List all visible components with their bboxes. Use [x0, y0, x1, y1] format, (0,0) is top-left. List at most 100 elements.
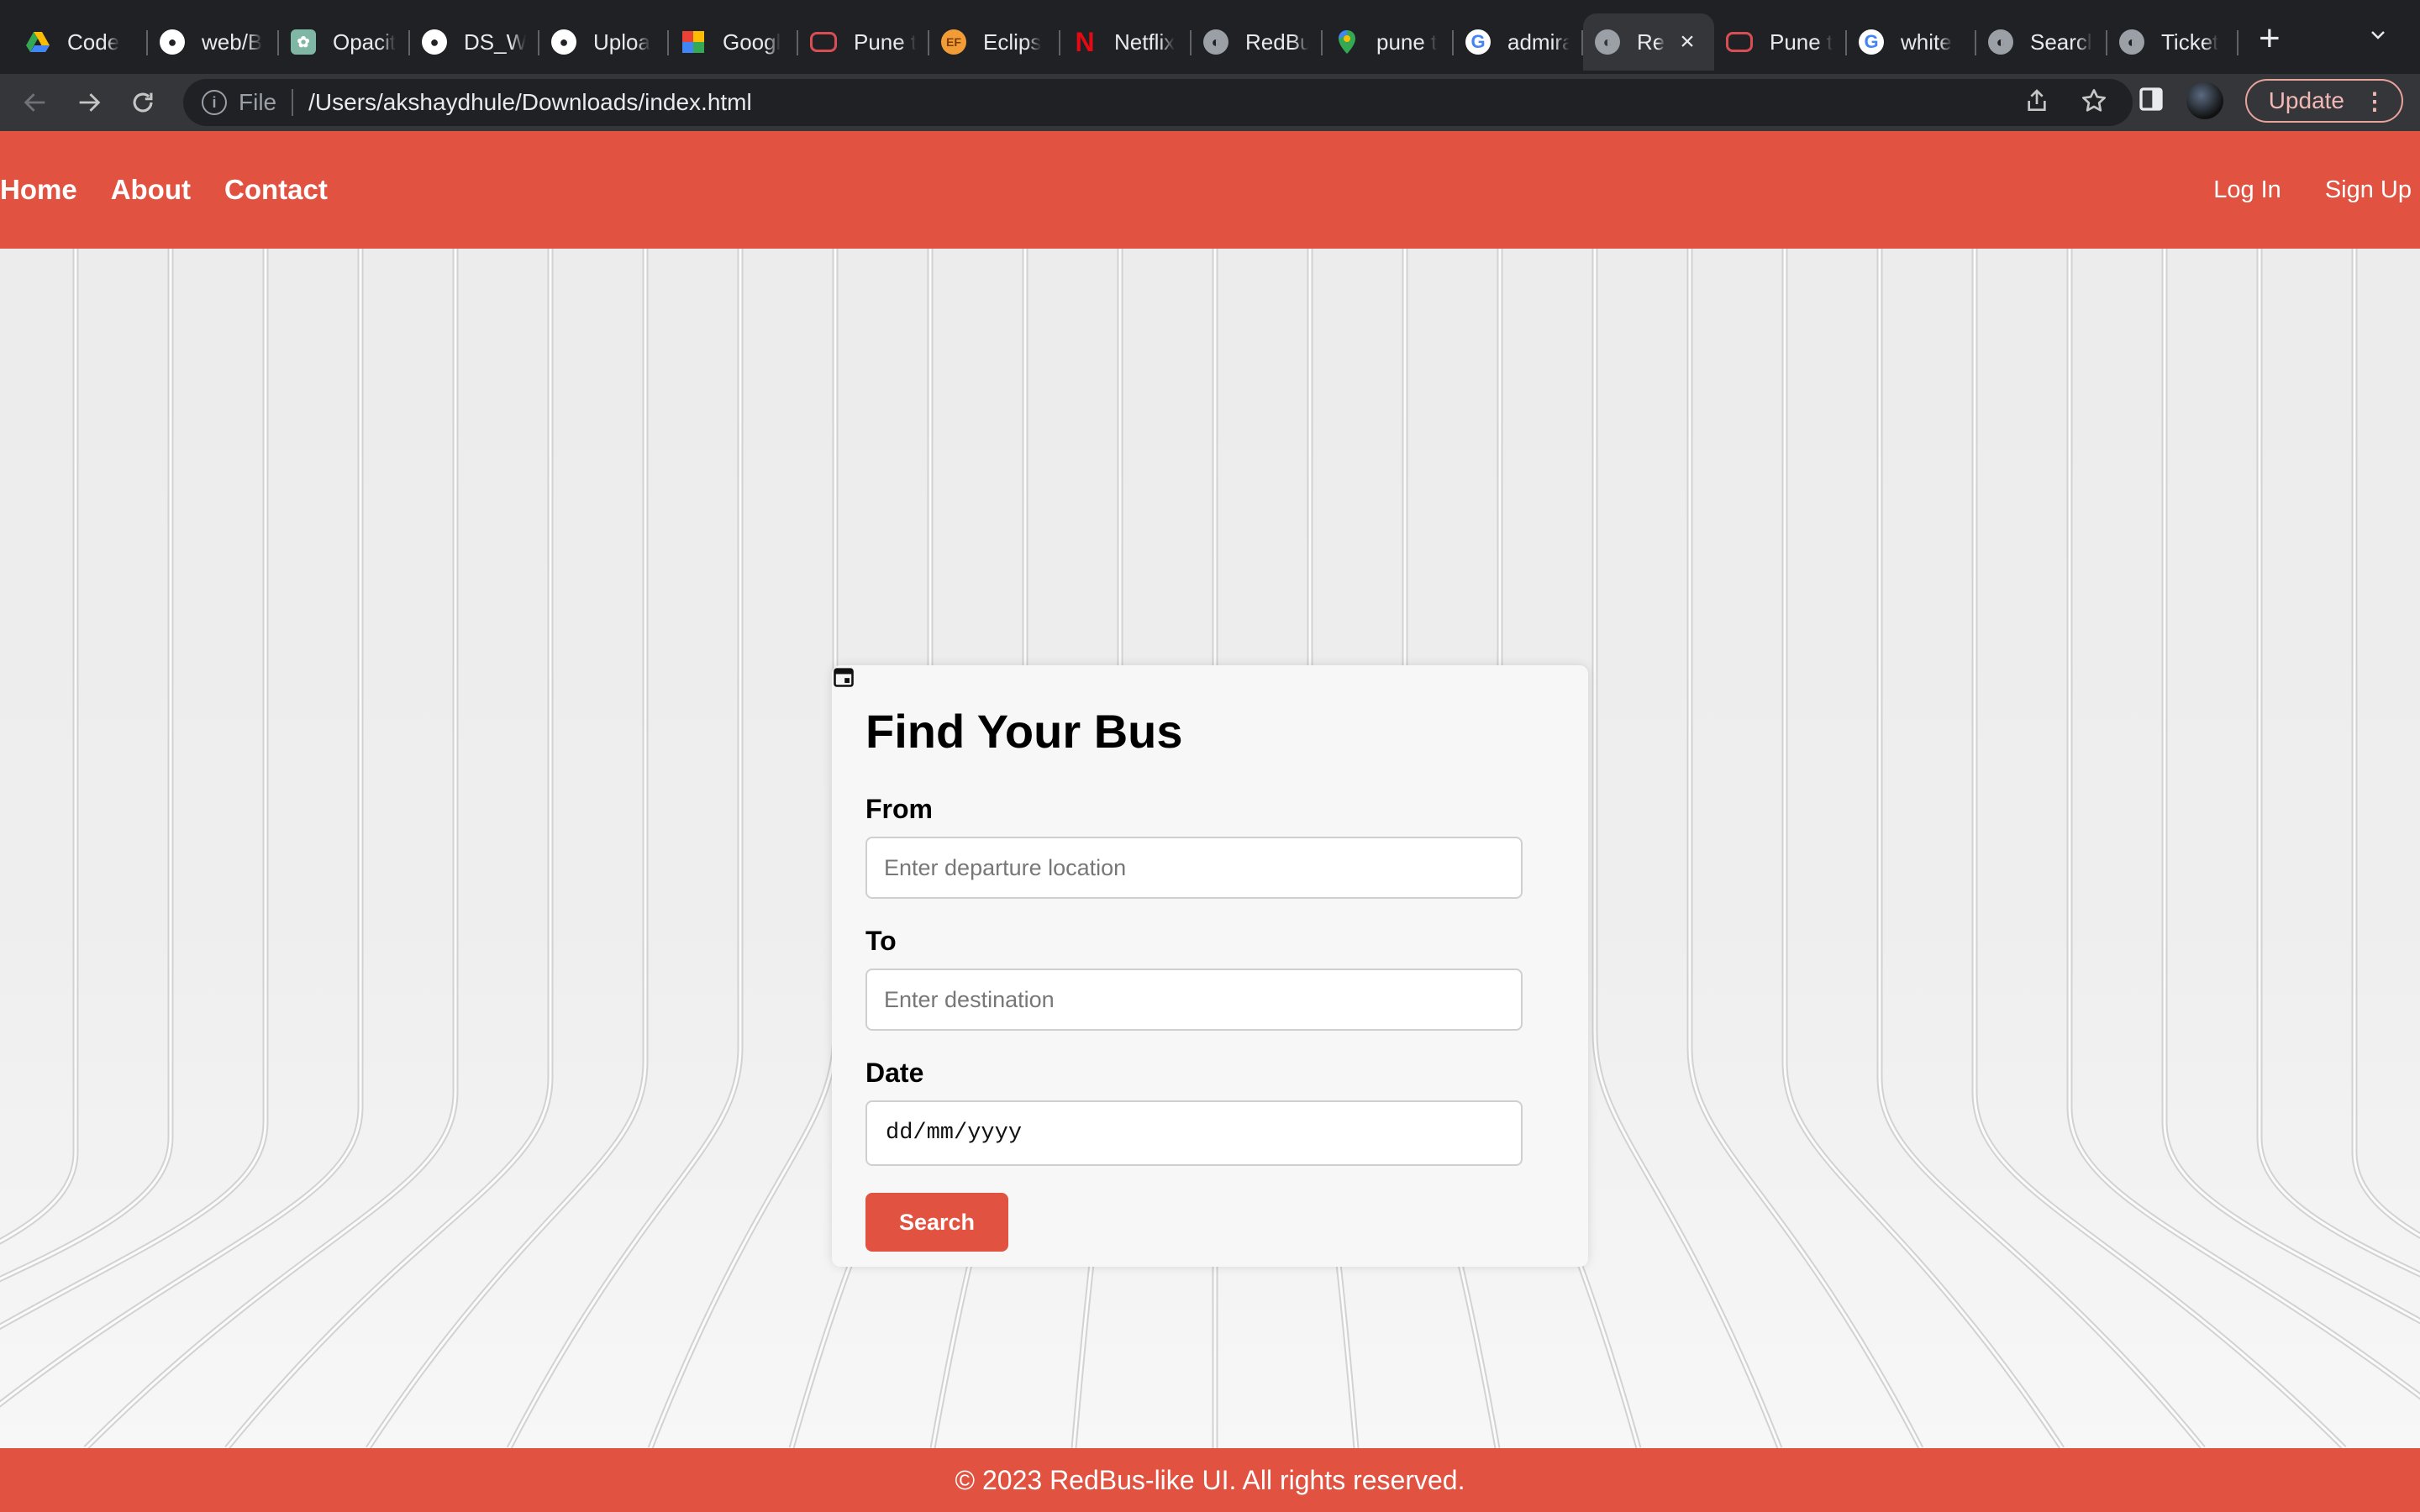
google-icon: G: [1859, 29, 1884, 55]
footer-copyright: © 2023 RedBus-like UI. All rights reserv…: [955, 1464, 1465, 1495]
nav-link-contact[interactable]: Contact: [224, 174, 328, 206]
background-groove: [2161, 249, 2420, 1325]
login-link[interactable]: Log In: [2213, 176, 2281, 204]
background-groove-highlight: [0, 249, 362, 1406]
openai-icon: ✿: [291, 29, 316, 55]
reload-icon[interactable]: [124, 84, 161, 121]
profile-avatar[interactable]: [2186, 82, 2223, 119]
toolbar-right: Update ⋮: [2138, 79, 2403, 123]
background-groove-highlight: [1783, 249, 2064, 1448]
to-input[interactable]: [865, 969, 1523, 1031]
browser-tab[interactable]: ◐ Ticket: [2107, 13, 2238, 71]
google-maps-icon: [1334, 29, 1360, 55]
browser-tab[interactable]: ◐ Searcl: [1976, 13, 2107, 71]
background-groove-highlight: [1688, 249, 1923, 1448]
address-divider: [292, 89, 294, 116]
share-icon[interactable]: [2023, 87, 2050, 118]
browser-tab[interactable]: ● DS_W: [410, 13, 539, 71]
tab-title: admira: [1507, 29, 1570, 55]
browser-tab[interactable]: ◐ RedBu: [1192, 13, 1323, 71]
chevron-down-icon[interactable]: [2368, 25, 2388, 51]
address-url[interactable]: /Users/akshaydhule/Downloads/index.html: [308, 89, 752, 116]
browser-tab[interactable]: EF Eclips: [929, 13, 1060, 71]
tab-title: pune t: [1376, 29, 1438, 55]
search-form-card: Find Your Bus From To Date dd/mm/yyyy Se…: [832, 665, 1588, 1267]
browser-tab[interactable]: Pune t: [1714, 13, 1847, 71]
from-input[interactable]: [865, 837, 1523, 899]
browser-tab[interactable]: ● web/B: [148, 13, 279, 71]
background-groove: [0, 249, 364, 1408]
date-label: Date: [865, 1058, 924, 1088]
google-photos-icon: [681, 29, 706, 55]
to-label: To: [865, 926, 897, 956]
browser-tab[interactable]: Pune t: [798, 13, 929, 71]
search-button[interactable]: Search: [865, 1193, 1008, 1252]
address-actions: [2023, 87, 2107, 118]
browser-tab[interactable]: G admira: [1454, 13, 1583, 71]
browser-tab[interactable]: N Netflix: [1060, 13, 1192, 71]
tab-close-icon[interactable]: ×: [1680, 29, 1695, 55]
tab-title: Netflix: [1114, 29, 1176, 55]
back-arrow-icon[interactable]: [17, 84, 54, 121]
kebab-menu-icon[interactable]: ⋮: [2363, 87, 2386, 115]
tab-title: Re: [1637, 29, 1665, 55]
browser-tab[interactable]: Googl: [669, 13, 798, 71]
google-icon: G: [1465, 29, 1491, 55]
redbus-icon: [810, 32, 837, 52]
nav-link-about[interactable]: About: [111, 174, 191, 206]
globe-icon: ◐: [1203, 29, 1228, 55]
google-drive-icon: [25, 29, 50, 55]
bookmark-star-icon[interactable]: [2081, 87, 2107, 118]
address-bar[interactable]: i File /Users/akshaydhule/Downloads/inde…: [183, 79, 2133, 126]
site-header: Home About Contact Log In Sign Up: [0, 131, 2420, 249]
background-groove: [1686, 249, 1924, 1448]
address-scheme-label: File: [239, 89, 277, 115]
tab-title: web/B: [202, 29, 263, 55]
tab-title: Pune t: [1770, 29, 1833, 55]
browser-tab[interactable]: ● Uploa: [539, 13, 669, 71]
date-input[interactable]: dd/mm/yyyy: [834, 668, 1523, 1166]
tab-title: Googl: [723, 29, 781, 55]
site-footer: © 2023 RedBus-like UI. All rights reserv…: [0, 1448, 2420, 1512]
new-tab-button[interactable]: +: [2259, 18, 2281, 60]
browser-tab[interactable]: Code: [13, 13, 148, 71]
github-icon: ●: [160, 29, 185, 55]
tab-title: Searcl: [2030, 29, 2092, 55]
background-groove-highlight: [0, 249, 172, 1281]
browser-tab-active[interactable]: ◐ Re ×: [1583, 13, 1714, 71]
tab-title: Uploa: [593, 29, 650, 55]
github-icon: ●: [422, 29, 447, 55]
info-icon[interactable]: i: [202, 90, 227, 115]
side-panel-icon[interactable]: [2138, 86, 2165, 117]
background-groove: [0, 249, 79, 1245]
signup-link[interactable]: Sign Up: [2325, 176, 2412, 204]
redbus-icon: [1726, 32, 1753, 52]
nav-link-home[interactable]: Home: [0, 174, 77, 206]
background-groove: [0, 249, 269, 1331]
browser-tab[interactable]: pune t: [1323, 13, 1454, 71]
tab-title: DS_W: [464, 29, 526, 55]
tab-title: white: [1901, 29, 1952, 55]
tab-title: Code: [67, 29, 120, 55]
background-pattern: Find Your Bus From To Date dd/mm/yyyy Se…: [0, 249, 2420, 1448]
background-groove-highlight: [2068, 249, 2420, 1399]
globe-icon: ◐: [1988, 29, 2013, 55]
browser-tab-strip: Code ● web/B ✿ Opacit ● DS_W ● Uploa Goo…: [0, 0, 2420, 74]
browser-tab[interactable]: G white: [1847, 13, 1976, 71]
background-groove: [506, 249, 744, 1448]
background-groove-highlight: [0, 249, 77, 1243]
background-groove-highlight: [508, 249, 742, 1448]
browser-tab[interactable]: ✿ Opacit: [279, 13, 410, 71]
background-groove-highlight: [0, 249, 267, 1328]
tab-title: Opacit: [333, 29, 397, 55]
background-groove: [2256, 249, 2420, 1278]
tab-title: RedBu: [1245, 29, 1309, 55]
main-nav: Home About Contact: [0, 174, 328, 206]
background-groove: [2066, 249, 2420, 1400]
globe-icon: ◐: [1595, 29, 1620, 55]
globe-icon: ◐: [2119, 29, 2144, 55]
forward-arrow-icon[interactable]: [71, 84, 108, 121]
tab-title: Pune t: [854, 29, 916, 55]
update-button[interactable]: Update ⋮: [2244, 79, 2403, 123]
date-placeholder: dd/mm/yyyy: [886, 1121, 1023, 1146]
